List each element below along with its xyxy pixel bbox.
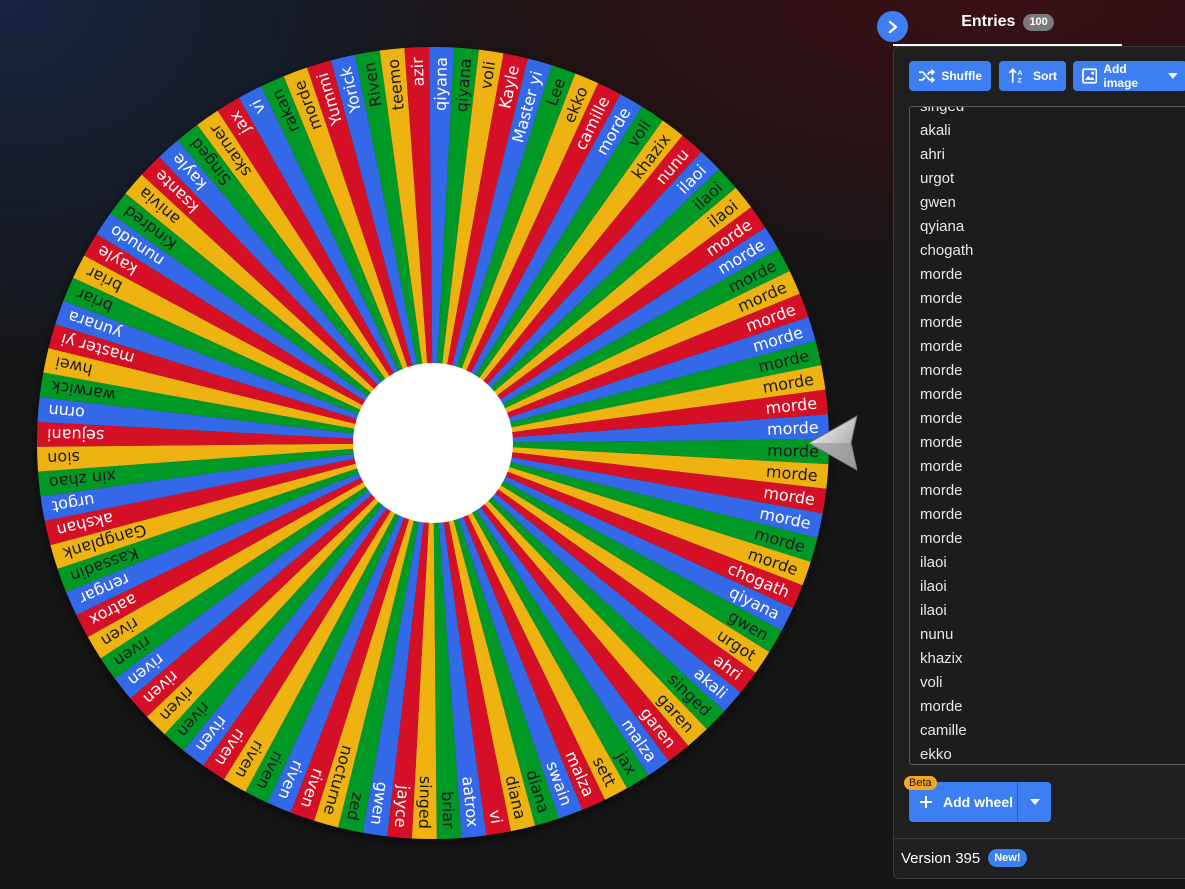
entry-item: nunu — [920, 626, 954, 643]
image-icon — [1082, 68, 1098, 84]
add-wheel-label: Add wheel — [943, 794, 1014, 810]
add-wheel-dropdown[interactable] — [1018, 782, 1051, 822]
wheel-slice-label: singed — [415, 776, 435, 829]
entry-item: ilaoi — [920, 554, 947, 571]
wheel-center-hub[interactable] — [353, 363, 513, 523]
entry-item: morde — [920, 482, 963, 499]
entries-count-badge: 100 — [1023, 13, 1054, 31]
beta-badge: Beta — [904, 776, 937, 790]
entries-textarea[interactable]: singed akali ahri urgot gwen qyiana chogath mor… — [909, 106, 1185, 765]
entry-item: ilaoi — [920, 578, 947, 595]
wheel-slice-label: azir — [408, 57, 428, 87]
entry-item: morde — [920, 266, 963, 283]
caret-down-icon — [1168, 73, 1178, 79]
wheel-area: morde morde morde morde morde morde morde choga… — [0, 0, 880, 889]
tab-entries-label: Entries — [961, 13, 1016, 30]
entry-item: morde — [920, 386, 963, 403]
entry-item: morde — [920, 506, 963, 523]
entry-item: singed — [920, 106, 965, 115]
side-panel: Entries 100 Shuffle A Z Sort Add image s… — [893, 0, 1185, 889]
entry-item: morde — [920, 458, 963, 475]
wheel-slice-label: ornn — [48, 401, 86, 423]
svg-text:Z: Z — [1018, 78, 1022, 85]
entry-item: morde — [920, 314, 963, 331]
version-row: Version 395 New! — [901, 847, 1027, 869]
shuffle-icon — [918, 69, 936, 83]
entry-item: morde — [920, 698, 963, 715]
tab-entries[interactable]: Entries 100 — [893, 0, 1122, 46]
shuffle-button[interactable]: Shuffle — [909, 61, 991, 91]
caret-down-icon — [1029, 799, 1040, 805]
divider — [893, 838, 1185, 839]
entry-item: camille — [920, 722, 967, 739]
new-badge[interactable]: New! — [988, 849, 1027, 867]
entry-item: morde — [920, 362, 963, 379]
svg-text:A: A — [1018, 70, 1023, 77]
wheel-slice-label: sejuani — [47, 425, 105, 445]
plus-icon — [920, 796, 932, 808]
entry-item: urgot — [920, 170, 955, 187]
wheel-slice-label: briar — [438, 791, 459, 830]
wheel-slice-label: sion — [47, 448, 80, 468]
chevron-right-icon — [888, 20, 897, 33]
spin-wheel[interactable]: mordemordemordemordemordemordemordechoga… — [0, 0, 880, 889]
shuffle-label: Shuffle — [941, 69, 982, 83]
entry-item: morde — [920, 434, 963, 451]
entry-item: khazix — [920, 650, 963, 667]
entry-item: morde — [920, 410, 963, 427]
entry-item: ekko — [920, 746, 952, 763]
entry-item: ilaoi — [920, 602, 947, 619]
sort-icon: A Z — [1008, 68, 1023, 85]
wheel-pointer-icon — [807, 415, 858, 471]
wheel-slice-label: qiyana — [431, 57, 451, 111]
add-image-button[interactable]: Add image — [1073, 61, 1185, 91]
entry-item: akali — [920, 122, 951, 139]
entry-item: morde — [920, 530, 963, 547]
entry-item: voli — [920, 674, 943, 691]
version-label: Version 395 — [901, 849, 981, 867]
sort-label: Sort — [1033, 69, 1057, 83]
entry-item: morde — [920, 290, 963, 307]
entry-item: morde — [920, 338, 963, 355]
sort-button[interactable]: A Z Sort — [999, 61, 1066, 91]
entry-item: qyiana — [920, 218, 965, 235]
entries-list: singed akali ahri urgot gwen qyiana chogath mor… — [920, 106, 974, 764]
add-image-label: Add image — [1103, 62, 1139, 90]
entry-item: ahri — [920, 146, 946, 163]
collapse-panel-button[interactable] — [877, 11, 908, 42]
entry-item: gwen — [920, 194, 956, 211]
wheel-slice-label: jayce — [391, 784, 414, 829]
entry-item: chogath — [920, 242, 974, 259]
